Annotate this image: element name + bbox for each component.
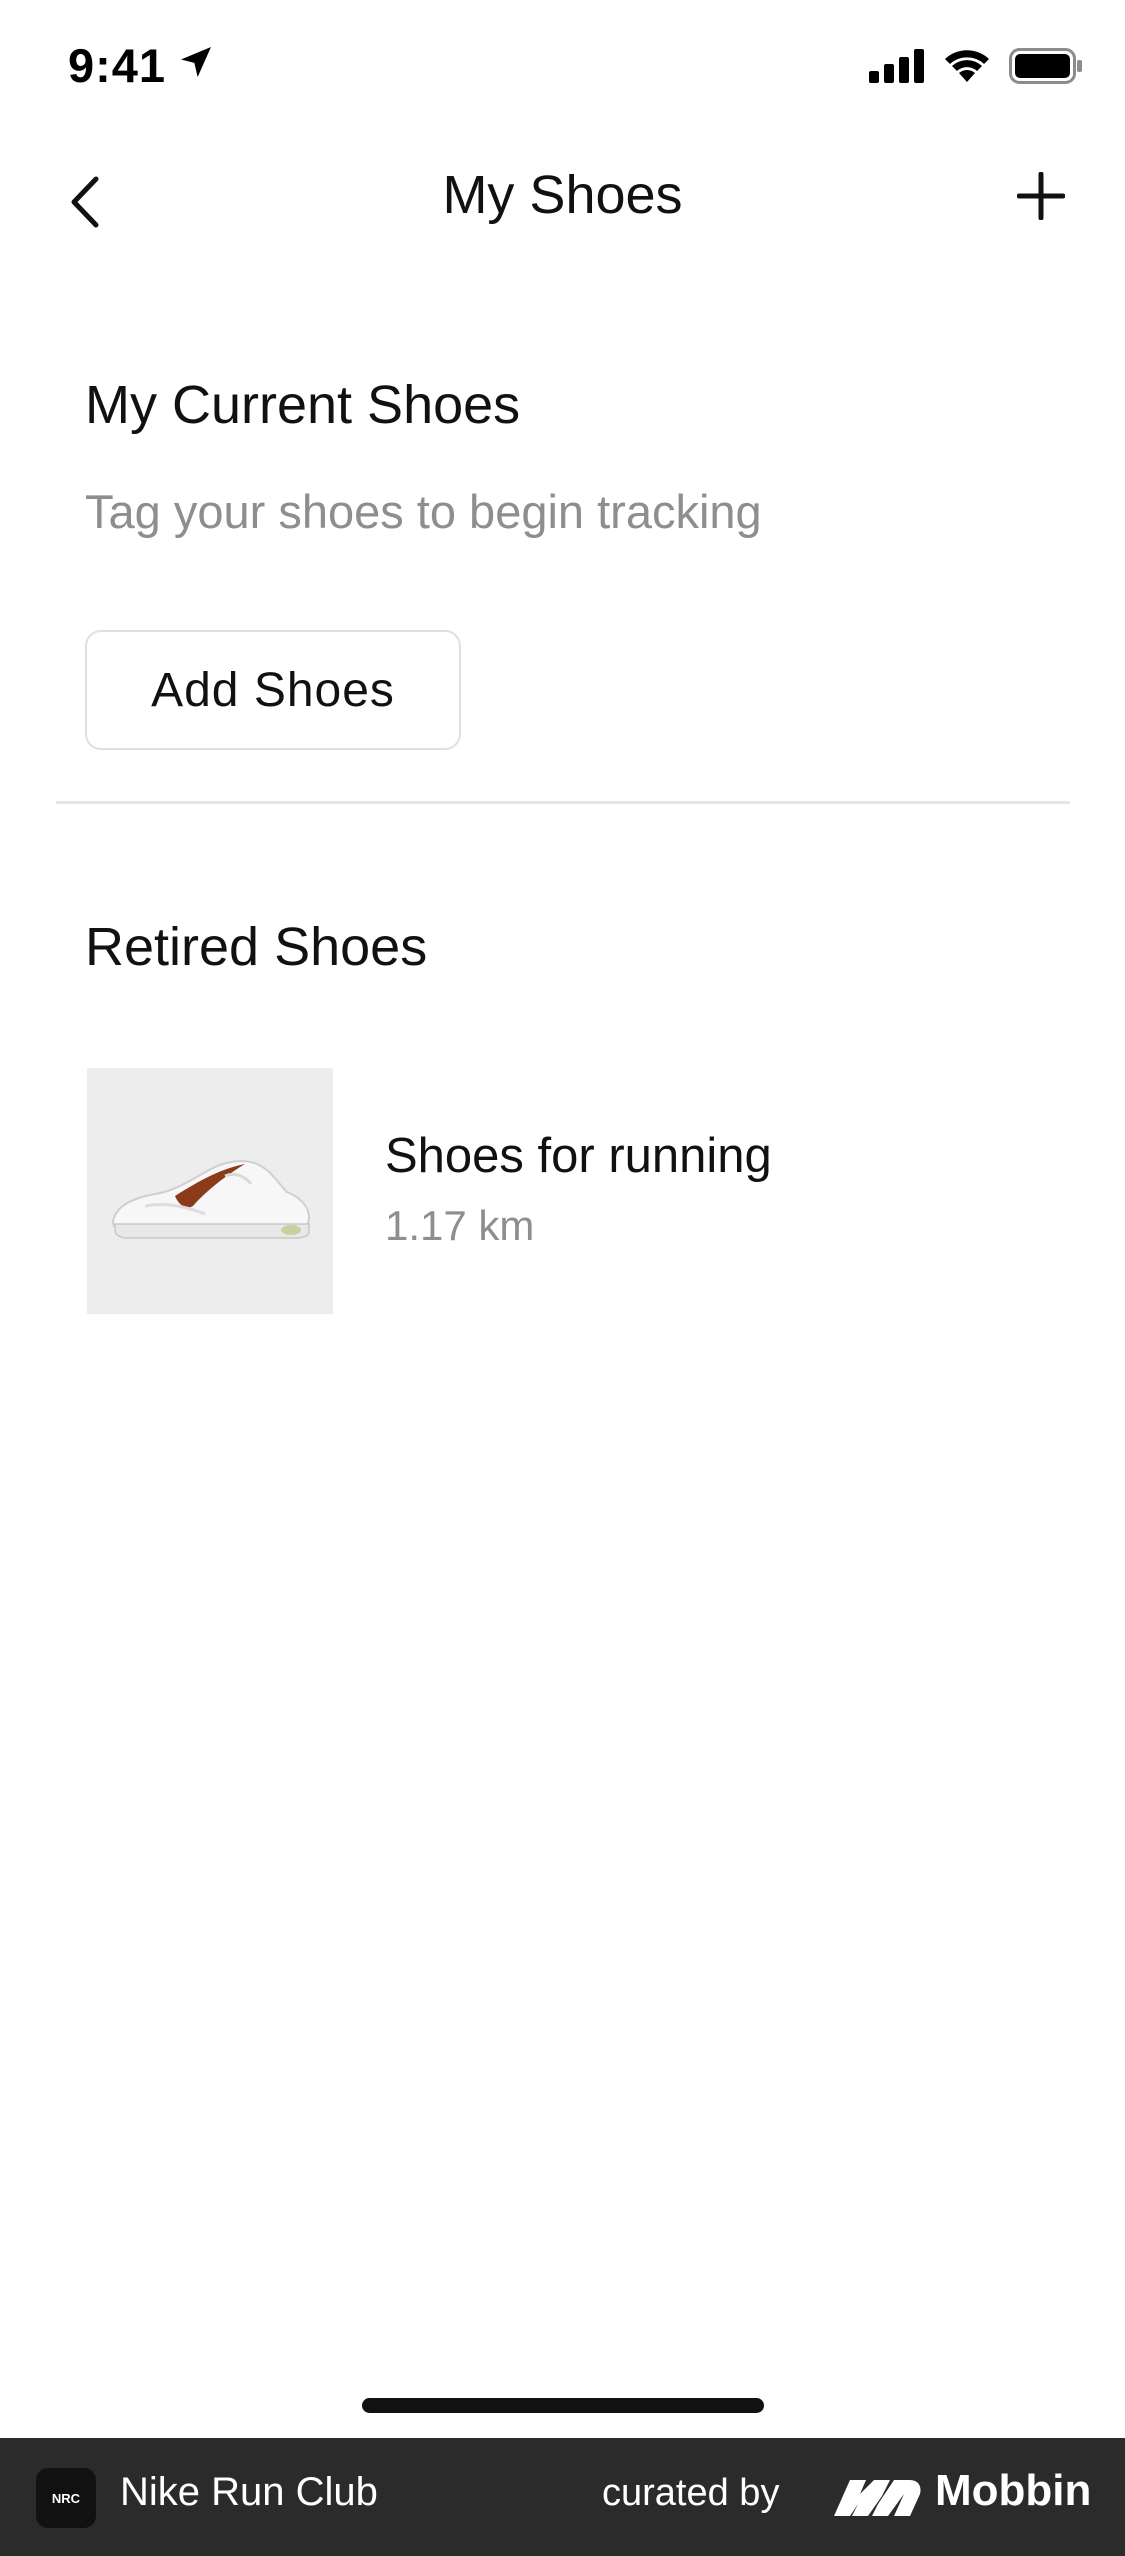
mobbin-logo-icon — [832, 2476, 924, 2523]
shoe-name: Shoes for running — [385, 1129, 772, 1183]
status-time-group: 9:41 — [68, 38, 216, 93]
list-item[interactable]: Shoes for running 1.17 km — [85, 1066, 1045, 1316]
my-shoes-screen: 9:41 My Shoes My Current Shoes Tag your … — [0, 0, 1125, 2556]
current-shoes-subtitle: Tag your shoes to begin tracking — [85, 485, 762, 538]
add-shoes-button[interactable]: Add Shoes — [85, 630, 461, 750]
cellular-signal-icon — [869, 49, 925, 88]
shoe-distance: 1.17 km — [385, 1202, 535, 1249]
add-button[interactable] — [1009, 166, 1073, 230]
nrc-app-icon: NRC — [36, 2468, 96, 2528]
home-indicator[interactable] — [362, 2398, 764, 2413]
section-divider — [56, 801, 1070, 804]
page-title: My Shoes — [442, 165, 683, 225]
footer-app-name: Nike Run Club — [120, 2470, 378, 2514]
status-bar: 9:41 — [0, 0, 1125, 140]
status-time: 9:41 — [68, 39, 167, 92]
current-shoes-heading: My Current Shoes — [85, 375, 521, 435]
battery-icon — [1009, 48, 1083, 89]
retired-shoes-heading: Retired Shoes — [85, 917, 428, 977]
footer-brand-name: Mobbin — [935, 2466, 1092, 2515]
plus-icon — [1016, 171, 1066, 225]
status-icons — [869, 48, 1083, 89]
attribution-footer: NRC Nike Run Club curated by Mobbin — [0, 2438, 1125, 2556]
wifi-icon — [943, 48, 991, 89]
location-arrow-icon — [176, 38, 216, 93]
footer-curated-label: curated by — [602, 2472, 780, 2514]
sneaker-image — [87, 1068, 333, 1314]
